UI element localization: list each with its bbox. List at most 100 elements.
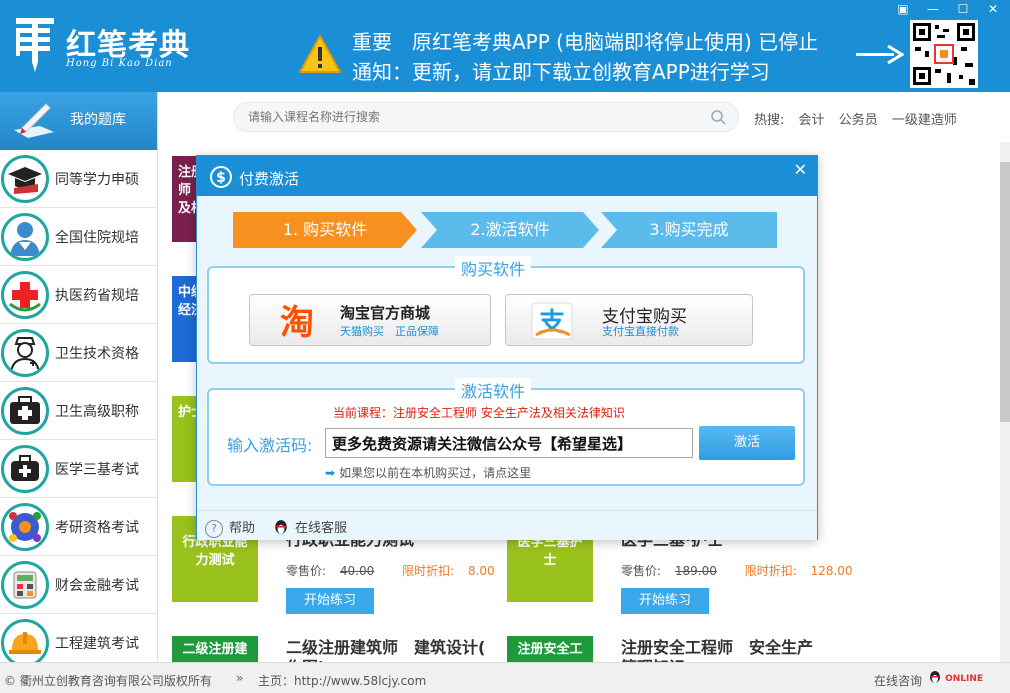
- sidebar-item-label: 同等学力申硕: [55, 172, 139, 188]
- activate-button[interactable]: 激活: [699, 426, 795, 460]
- course-thumb[interactable]: 注册安全工: [507, 636, 593, 664]
- warning-icon: [299, 35, 341, 73]
- customer-service-link[interactable]: 在线客服: [273, 517, 347, 536]
- price-row: 零售价: 189.00 限时折扣: 128.00: [621, 562, 853, 579]
- taobao-sub-label: 天猫购买 正品保障: [340, 325, 439, 338]
- dialog-footer: ? 帮助 在线客服: [197, 510, 817, 540]
- sidebar-item-health-tech[interactable]: 卫生技术资格: [0, 324, 157, 382]
- taobao-buy-button[interactable]: 淘 淘宝官方商城 天猫购买 正品保障: [249, 294, 491, 346]
- qq-penguin-icon: [930, 671, 940, 683]
- previously-purchased-text: 如果您以前在本机购买过，请点这里: [339, 466, 532, 480]
- sidebar-item-senior-title[interactable]: 卫生高级职称: [0, 382, 157, 440]
- sidebar-my-question-bank[interactable]: 我的题库: [0, 92, 157, 150]
- discount-label: 限时折扣:: [744, 564, 797, 578]
- minimize-window-button[interactable]: —: [924, 2, 942, 16]
- sidebar-item-residency[interactable]: 全国住院规培: [0, 208, 157, 266]
- sidebar-item-finance[interactable]: 财会金融考试: [0, 556, 157, 614]
- search-icon[interactable]: [710, 109, 726, 125]
- step-complete: 3.购买完成: [601, 212, 777, 248]
- original-price: 189.00: [674, 564, 717, 578]
- qq-penguin-icon: [275, 520, 287, 534]
- discount-price: 128.00: [810, 564, 853, 578]
- course-search: [233, 102, 739, 132]
- online-status-badge[interactable]: ONLINE: [928, 670, 984, 686]
- doctor-icon: [1, 213, 49, 261]
- sidebar-item-label: 卫生高级职称: [55, 404, 139, 420]
- step-label: 2.激活软件: [470, 220, 550, 239]
- sidebar-item-label: 医学三基考试: [55, 462, 139, 478]
- sidebar-item-pharmacy[interactable]: 执医药省规培: [0, 266, 157, 324]
- pen-logo-icon: [16, 18, 54, 72]
- logo-pinyin-name: Hong Bi Kao Dian: [66, 58, 173, 69]
- activation-code-input[interactable]: [325, 428, 693, 458]
- hot-search-item[interactable]: 会计: [799, 113, 825, 128]
- copyright-text: © 衢州立创教育咨询有限公司版权所有: [4, 674, 212, 688]
- alipay-sub-label: 支付宝直接付款: [602, 325, 679, 338]
- medical-kit-icon: [1, 387, 49, 435]
- homepage-link[interactable]: 主页：http://www.58lcjy.com: [258, 672, 426, 689]
- taobao-logo-icon: 淘: [280, 303, 314, 341]
- window-controls: ▣ — ☐ ✕: [894, 2, 1002, 16]
- notice-line-2: 通知：更新，请立即下载立创教育APP进行学习: [352, 60, 770, 84]
- original-price: 40.00: [339, 564, 375, 578]
- notice-line-1: 重要 原红笔考典APP (电脑端即将停止使用) 已停止: [352, 30, 819, 54]
- sidebar-head-label: 我的题库: [70, 112, 126, 128]
- sidebar-item-label: 执医药省规培: [55, 288, 139, 304]
- svg-text:$: $: [216, 170, 226, 186]
- activation-code-label: 输入激活码:: [227, 436, 313, 455]
- menu-window-button[interactable]: ▣: [894, 2, 912, 16]
- dialog-header: $ 付费激活 ✕: [197, 156, 817, 196]
- maximize-window-button[interactable]: ☐: [954, 2, 972, 16]
- sidebar-item-label: 财会金融考试: [55, 578, 139, 594]
- arrow-right-icon: ➡: [325, 466, 336, 480]
- hard-hat-icon: [1, 619, 49, 667]
- alipay-buy-button[interactable]: 支 支付宝购买 支付宝直接付款: [505, 294, 753, 346]
- current-course: 当前课程：注册安全工程师 安全生产法及相关法律知识: [333, 406, 625, 420]
- help-label: 帮助: [229, 521, 256, 536]
- discount-price: 8.00: [467, 564, 495, 578]
- alipay-logo-icon: 支: [531, 302, 573, 340]
- red-cross-icon: [1, 271, 49, 319]
- activate-panel-legend: 激活软件: [455, 378, 532, 402]
- price-label: 零售价:: [286, 564, 327, 578]
- sidebar: 我的题库 同等学力申硕 全国住院规培 执医药省规培 卫生技术资格 卫生高级职称: [0, 92, 158, 672]
- svg-text:淘: 淘: [280, 303, 314, 341]
- sidebar-item-label: 工程建筑考试: [55, 636, 139, 652]
- qr-code-icon: [913, 23, 975, 85]
- sidebar-item-graduate-degree[interactable]: 同等学力申硕: [0, 150, 157, 208]
- start-practice-button[interactable]: 开始练习: [621, 588, 709, 614]
- people-icon: [1, 503, 49, 551]
- online-status-text: ONLINE: [945, 674, 984, 684]
- help-link[interactable]: ? 帮助: [205, 517, 255, 538]
- start-practice-button[interactable]: 开始练习: [286, 588, 374, 614]
- sidebar-item-postgraduate[interactable]: 考研资格考试: [0, 498, 157, 556]
- content-scrollbar[interactable]: [1000, 142, 1010, 662]
- course-thumb[interactable]: 二级注册建: [172, 636, 258, 664]
- dialog-title: 付费激活: [239, 170, 300, 188]
- update-notice: 重要 原红笔考典APP (电脑端即将停止使用) 已停止 通知：更新，请立即下载立…: [352, 27, 818, 87]
- first-aid-icon: [1, 445, 49, 493]
- scrollbar-thumb[interactable]: [1000, 162, 1010, 422]
- close-window-button[interactable]: ✕: [984, 2, 1002, 16]
- sidebar-item-medical-basics[interactable]: 医学三基考试: [0, 440, 157, 498]
- purchase-steps: 1. 购买软件 2.激活软件 3.购买完成: [233, 212, 781, 248]
- search-input[interactable]: [248, 103, 688, 131]
- hot-search-label: 热搜:: [754, 113, 785, 128]
- sidebar-item-label: 全国住院规培: [55, 230, 139, 246]
- online-consult-link[interactable]: 在线咨询: [874, 672, 922, 689]
- question-mark-icon: ?: [205, 520, 223, 538]
- taobao-main-label: 淘宝官方商城: [340, 304, 431, 322]
- hot-search-item[interactable]: 公务员: [839, 113, 878, 128]
- svg-text:支: 支: [539, 308, 565, 338]
- right-arrow-icon: [856, 44, 904, 64]
- previously-purchased-link[interactable]: ➡ 如果您以前在本机购买过，请点这里: [325, 464, 531, 481]
- step-buy: 1. 购买软件: [233, 212, 417, 248]
- dialog-close-button[interactable]: ✕: [794, 160, 807, 179]
- buy-panel-legend: 购买软件: [455, 256, 532, 280]
- discount-label: 限时折扣:: [402, 564, 455, 578]
- app-logo: 红笔考典 Hong Bi Kao Dian: [12, 14, 189, 76]
- sidebar-item-label: 卫生技术资格: [55, 346, 139, 362]
- hot-search-item[interactable]: 一级建造师: [892, 113, 957, 128]
- nurse-icon: [1, 329, 49, 377]
- buy-software-panel: 购买软件 淘 淘宝官方商城 天猫购买 正品保障 支 支付宝购买 支付宝直接付款: [207, 256, 805, 364]
